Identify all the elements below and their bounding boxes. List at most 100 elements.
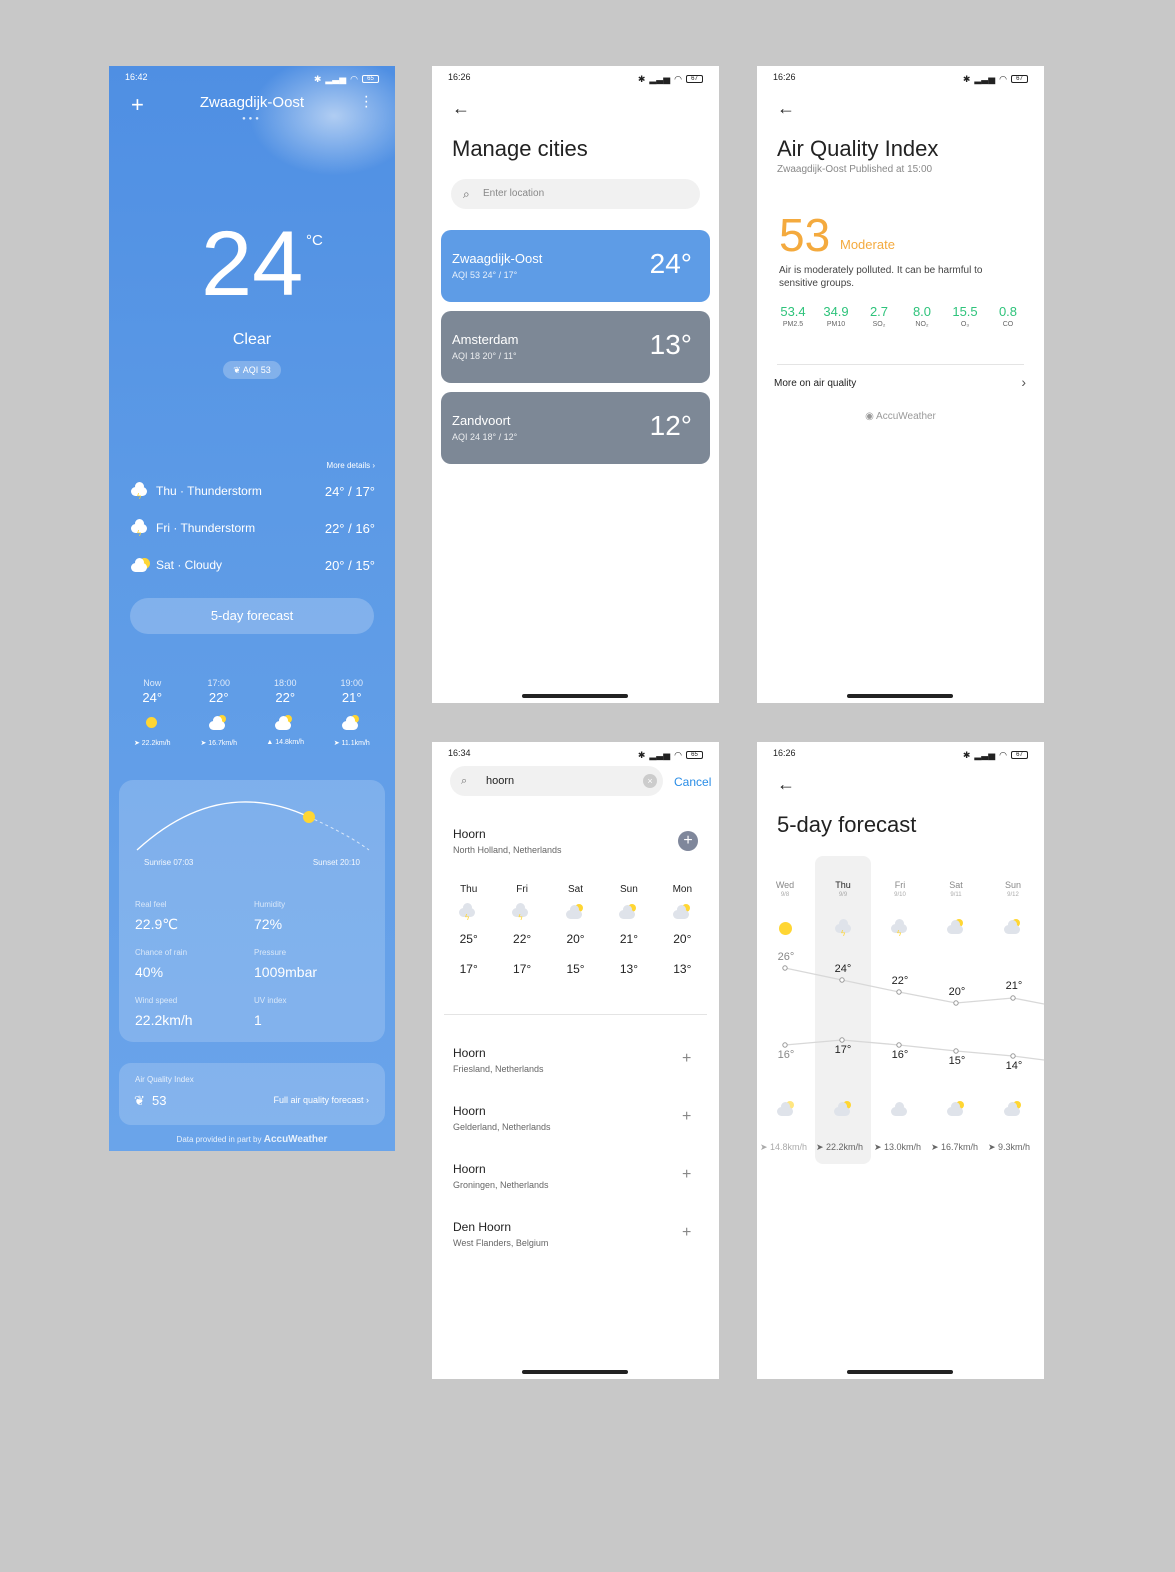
bluetooth-icon: ✱ bbox=[637, 749, 646, 760]
home-indicator[interactable] bbox=[522, 694, 628, 698]
pollutant-value: 34.9 bbox=[823, 304, 849, 319]
pollutant-value: 53.4 bbox=[780, 304, 806, 319]
air-quality-screen: 16:26 ✱ ▂▃▅ ◠ 67 ← Air Quality Index Zwaagd… bbox=[757, 66, 1044, 703]
stat-label: Pressure bbox=[254, 948, 287, 957]
add-icon[interactable]: + bbox=[682, 1108, 691, 1126]
hour-temp: 22° bbox=[208, 690, 229, 705]
sun-position bbox=[303, 811, 315, 823]
sun-arc bbox=[136, 801, 370, 851]
page-title: Manage cities bbox=[452, 136, 588, 161]
forecast-column[interactable]: Wed 9/8 bbox=[757, 880, 813, 898]
hour-temp: 24° bbox=[142, 690, 163, 705]
more-details-link[interactable]: More details › bbox=[327, 461, 375, 470]
status-bar: 16:26 ✱ ▂▃▅ ◠ 67 bbox=[757, 72, 1044, 86]
pollutant: 0.8 CO bbox=[988, 304, 1028, 328]
day-range: 22° / 16° bbox=[324, 520, 375, 536]
hour-time: Now bbox=[143, 678, 162, 688]
pollutant-value: 8.0 bbox=[912, 304, 932, 319]
back-arrow-icon[interactable]: ← bbox=[777, 774, 795, 795]
sunrise-time: Sunrise 07:03 bbox=[144, 858, 194, 867]
wifi-icon: ◠ bbox=[350, 73, 358, 84]
aq-label: Air Quality Index bbox=[135, 1075, 194, 1084]
more-menu-button[interactable]: · · · bbox=[364, 89, 369, 115]
hour-time: 18:00 bbox=[273, 678, 297, 688]
home-indicator[interactable] bbox=[847, 694, 953, 698]
back-arrow-icon[interactable]: ← bbox=[452, 98, 470, 119]
result-name: Hoorn bbox=[453, 1104, 486, 1118]
pollutant-list: 53.4 PM2.5 34.9 PM10 2.7 SO₂ 8.0 NO₂ 15.5 O₃ … bbox=[773, 304, 1028, 328]
add-icon[interactable]: + bbox=[682, 1224, 691, 1242]
city-card-zandvoort[interactable]: Zandvoort AQI 24 18° / 12° 12° bbox=[441, 392, 710, 464]
wind-speed: ➤ 22.2km/h bbox=[816, 1142, 864, 1152]
full-aq-label: Full air quality forecast bbox=[273, 1095, 364, 1105]
aqi-badge[interactable]: ❦ AQI 53 bbox=[223, 361, 281, 379]
forecast-column[interactable]: Fri 9/10 bbox=[872, 880, 928, 898]
accuweather-label: AccuWeather bbox=[876, 411, 936, 422]
clear-icon[interactable]: × bbox=[643, 774, 657, 788]
hour-wind: ➤ 22.2km/h bbox=[133, 740, 171, 747]
cancel-button[interactable]: Cancel bbox=[674, 775, 711, 789]
aq-value: 53 bbox=[152, 1093, 167, 1108]
result-name: Hoorn bbox=[453, 1162, 486, 1176]
search-input[interactable]: ⌕ hoorn × bbox=[450, 766, 663, 796]
home-indicator[interactable] bbox=[847, 1370, 953, 1374]
result-name: Hoorn bbox=[453, 827, 486, 841]
forecast-column[interactable]: Thu 9/9 bbox=[815, 880, 871, 898]
five-day-forecast-screen: 16:26 ✱ ▂▃▅ ◠ 67 ← 5-day forecast Wed 9/8 Th… bbox=[757, 742, 1044, 1379]
forecast-low: 13° bbox=[673, 962, 692, 976]
forecast-day: Mon 20° 13° bbox=[656, 884, 709, 976]
forecast-low: 15° bbox=[566, 962, 585, 976]
day-row[interactable]: ϟ Fri · Thunderstorm 22° / 16° bbox=[131, 517, 375, 539]
full-aq-link[interactable]: Full air quality forecast › bbox=[273, 1095, 369, 1105]
search-icon: ⌕ bbox=[463, 187, 470, 201]
forecast-column[interactable]: Sun 9/12 bbox=[985, 880, 1041, 898]
city-card-zwaagdijk-oost[interactable]: Zwaagdijk-Oost AQI 53 24° / 17° 24° bbox=[441, 230, 710, 302]
result-name: Hoorn bbox=[453, 1046, 486, 1060]
partly-cloudy-icon bbox=[186, 713, 253, 733]
sunset-time: Sunset 20:10 bbox=[312, 858, 360, 867]
main-weather-screen: 16:42 ✱ ▂▃▅ ◠ 65 + Zwaagdijk-Oost ●●● · · · 2… bbox=[109, 66, 395, 1151]
status-time: 16:26 bbox=[773, 72, 796, 82]
stat-value: 1009mbar bbox=[254, 964, 318, 980]
status-bar: 16:42 ✱ ▂▃▅ ◠ 65 bbox=[109, 72, 395, 86]
forecast-day-name: Sun bbox=[1004, 880, 1021, 890]
chevron-right-icon[interactable]: › bbox=[1021, 374, 1026, 390]
five-day-forecast-button[interactable]: 5-day forecast bbox=[130, 598, 374, 634]
back-arrow-icon[interactable]: ← bbox=[777, 98, 795, 119]
add-city-button[interactable]: + bbox=[678, 831, 698, 851]
hourly-forecast[interactable]: Now 24° ➤ 22.2km/h 17:00 22° ➤ 16.7km/h … bbox=[119, 678, 385, 747]
hour-time: 17:00 bbox=[207, 678, 231, 688]
aqi-badge-label: AQI 53 bbox=[242, 365, 271, 375]
search-placeholder: Enter location bbox=[483, 188, 545, 199]
more-air-quality-link[interactable]: More on air quality bbox=[774, 378, 856, 389]
leaf-icon: ❦ bbox=[134, 1093, 145, 1108]
add-icon[interactable]: + bbox=[682, 1050, 691, 1068]
stat-value: 72% bbox=[254, 916, 283, 932]
result-name: Den Hoorn bbox=[453, 1220, 512, 1234]
forecast-column[interactable]: Sat 9/11 bbox=[928, 880, 984, 898]
status-time: 16:34 bbox=[448, 748, 471, 758]
aqi-subtitle: Zwaagdijk-Oost Published at 15:00 bbox=[777, 164, 933, 175]
city-card-amsterdam[interactable]: Amsterdam AQI 18 20° / 11° 13° bbox=[441, 311, 710, 383]
divider bbox=[777, 364, 1024, 365]
forecast-day: Thu ϟ 25° 17° bbox=[442, 884, 495, 976]
wifi-icon: ◠ bbox=[674, 749, 682, 760]
stat-value: 40% bbox=[135, 964, 164, 980]
location-search-input[interactable]: ⌕ Enter location bbox=[451, 179, 700, 209]
aqi-value: 53 bbox=[779, 209, 831, 261]
home-indicator[interactable] bbox=[522, 1370, 628, 1374]
add-icon[interactable]: + bbox=[682, 1166, 691, 1184]
bluetooth-icon: ✱ bbox=[313, 73, 322, 84]
bluetooth-icon: ✱ bbox=[962, 73, 971, 84]
day-row[interactable]: Sat · Cloudy 20° / 15° bbox=[131, 554, 375, 576]
hour-temp: 21° bbox=[341, 690, 362, 705]
stat-value: 22.2km/h bbox=[135, 1012, 193, 1028]
current-condition: Clear bbox=[232, 331, 272, 348]
day-row[interactable]: ϟ Thu · Thunderstorm 24° / 17° bbox=[131, 480, 375, 502]
wifi-icon: ◠ bbox=[674, 73, 682, 84]
details-card: Sunrise 07:03 Sunset 20:10 Real feel 22.… bbox=[119, 780, 385, 1042]
air-quality-card[interactable]: Air Quality Index ❦ 53 Full air quality … bbox=[119, 1063, 385, 1125]
bluetooth-icon: ✱ bbox=[962, 749, 971, 760]
forecast-low: 17° bbox=[459, 962, 478, 976]
pollutant: 2.7 SO₂ bbox=[859, 304, 899, 328]
